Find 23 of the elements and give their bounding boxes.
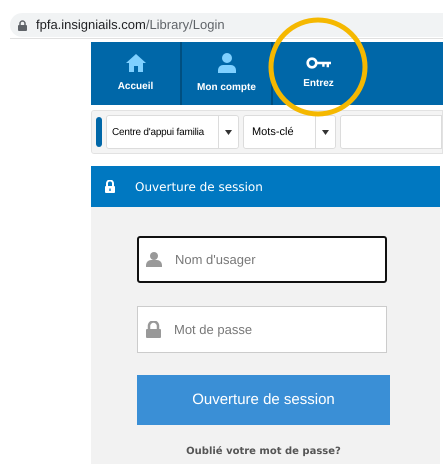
key-icon: [306, 56, 332, 68]
dropdown-arrow-icon: [322, 130, 329, 134]
nav-tab[interactable]: Mon compte: [182, 42, 273, 105]
padlock-icon: [146, 321, 161, 338]
library-select[interactable]: Centre d'appui familia: [106, 115, 239, 149]
select-value: Centre d'appui familia: [111, 126, 206, 140]
padlock-icon: [105, 180, 115, 193]
search-input[interactable]: [340, 115, 442, 149]
field-select[interactable]: Mots-clé: [243, 115, 336, 149]
forgot-password-link[interactable]: Oublié votre mot de passe?: [186, 444, 341, 459]
input-field[interactable]: Nom d'usager: [137, 236, 387, 283]
tab-indicator: [96, 117, 102, 147]
panel-title: Ouverture de session: [135, 178, 263, 196]
address-bar[interactable]: fpfa.insigniails.com/Library/Login: [10, 13, 443, 37]
nav-tab[interactable]: Accueil: [91, 42, 182, 105]
house-icon: [126, 54, 146, 72]
select-value: Mots-clé: [251, 124, 295, 140]
dropdown-arrow-icon: [225, 130, 232, 134]
url-text: fpfa.insigniails.com/Library/Login: [36, 16, 225, 34]
login-button[interactable]: Ouverture de session: [137, 375, 390, 425]
person-icon: [218, 52, 236, 72]
person-icon: [146, 252, 162, 267]
lock-icon: [18, 20, 27, 30]
